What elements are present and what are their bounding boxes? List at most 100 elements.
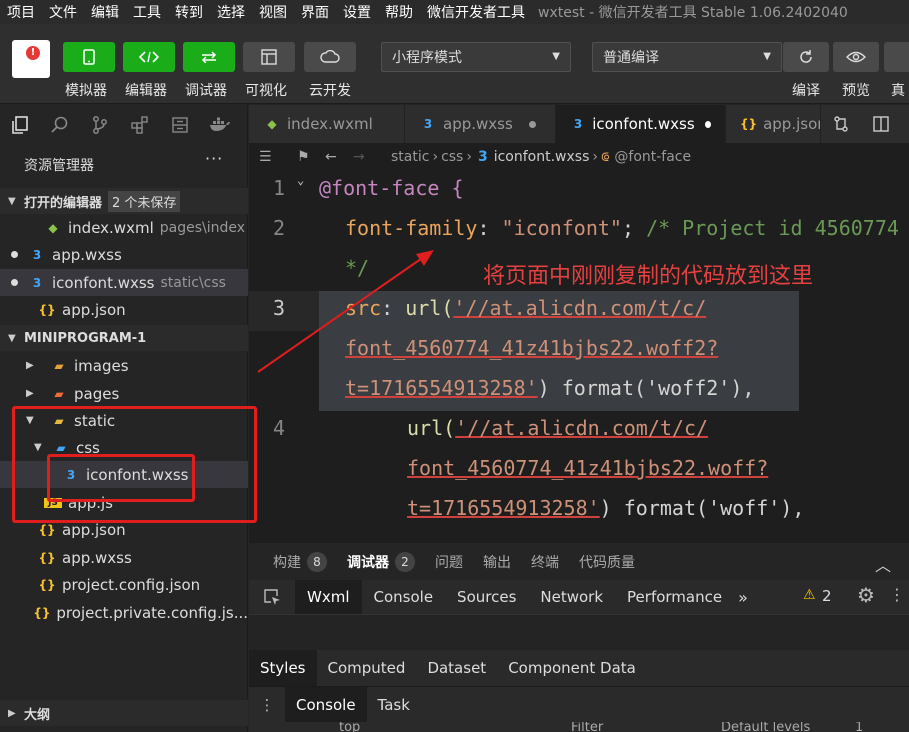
tab-label: app.json xyxy=(763,115,821,133)
open-editor-item[interactable]: 3 iconfont.wxss static\css xyxy=(0,269,248,296)
window-title: wxtest - 微信开发者工具 Stable 1.06.2402040 xyxy=(538,5,848,21)
debugger-button[interactable] xyxy=(183,42,235,72)
fold-chevron-icon[interactable]: ⌄ xyxy=(297,173,304,187)
project-section[interactable]: ▼ MINIPROGRAM-1 xyxy=(0,325,248,351)
more-actions-icon[interactable]: ··· xyxy=(205,149,223,168)
compare-icon[interactable] xyxy=(821,105,861,143)
debugger-count-badge: 2 xyxy=(395,552,415,572)
kebab-menu-icon[interactable]: ⋮ xyxy=(889,585,905,604)
warning-count: 2 xyxy=(822,587,832,605)
chevron-up-icon[interactable]: ︿ xyxy=(875,552,891,576)
tree-item-project-config[interactable]: {} project.config.json xyxy=(0,571,248,598)
compile-select[interactable]: 普通编译 ▼ xyxy=(592,42,782,72)
menu-help[interactable]: 帮助 xyxy=(378,2,420,22)
tree-item-images[interactable]: ▶ ▰ images xyxy=(0,352,248,379)
tab-index-wxml[interactable]: ◆ index.wxml xyxy=(249,105,405,143)
menu-file[interactable]: 文件 xyxy=(42,2,84,22)
git-activity-button[interactable] xyxy=(80,105,120,145)
tab-drawer-console[interactable]: Console xyxy=(285,686,367,723)
tab-styles[interactable]: Styles xyxy=(249,650,317,686)
tab-debugger[interactable]: 调试器 2 xyxy=(337,552,425,572)
tab-computed[interactable]: Computed xyxy=(317,650,417,686)
storage-activity-button[interactable] xyxy=(160,105,200,145)
editor-button[interactable] xyxy=(123,42,175,72)
inspect-element-icon[interactable] xyxy=(249,588,295,606)
console-filter-bar: top Filter Default levels 1 hidden xyxy=(249,722,909,732)
code-line-4: url('//at.alicdn.com/t/c/ xyxy=(407,416,708,440)
menu-wechat-devtools[interactable]: 微信开发者工具 xyxy=(420,2,532,22)
code-line-2: font-family: "iconfont"; /* Project id 4… xyxy=(345,216,899,240)
open-editor-item[interactable]: {} app.json xyxy=(0,296,248,323)
tab-code-quality[interactable]: 代码质量 xyxy=(569,552,645,572)
breadcrumb-static[interactable]: static xyxy=(391,149,429,165)
bookmark-icon[interactable]: ⚑ xyxy=(297,149,317,165)
tab-iconfont-wxss[interactable]: 3 iconfont.wxss xyxy=(556,105,726,143)
more-tabs-icon[interactable]: » xyxy=(738,588,748,607)
menu-select[interactable]: 选择 xyxy=(210,2,252,22)
tab-app-wxss[interactable]: 3 app.wxss xyxy=(405,105,556,143)
css-file-icon: 3 xyxy=(32,247,42,262)
warning-icon[interactable]: ⚠ xyxy=(803,587,816,603)
menu-project[interactable]: 项目 xyxy=(0,2,42,22)
docker-activity-button[interactable] xyxy=(200,105,240,145)
search-activity-button[interactable] xyxy=(40,105,80,145)
tab-wxml[interactable]: Wxml xyxy=(295,580,362,614)
tab-terminal[interactable]: 终端 xyxy=(521,552,569,572)
menu-ui[interactable]: 界面 xyxy=(294,2,336,22)
line-number: 2 xyxy=(272,216,286,240)
breadcrumb-css[interactable]: css xyxy=(441,149,463,165)
log-levels-select[interactable]: Default levels xyxy=(721,722,810,732)
tab-component-data[interactable]: Component Data xyxy=(497,650,647,686)
menu-tools[interactable]: 工具 xyxy=(126,2,168,22)
menu-settings[interactable]: 设置 xyxy=(336,2,378,22)
outline-section[interactable]: ▶ 大纲 xyxy=(0,700,248,726)
css-format: ) format('woff'), xyxy=(599,496,805,520)
tab-sources[interactable]: Sources xyxy=(445,580,528,614)
tree-item-appwxss[interactable]: {} app.wxss xyxy=(0,544,248,571)
tab-performance[interactable]: Performance xyxy=(615,580,734,614)
open-editor-item[interactable]: ◆ index.wxml pages\index xyxy=(0,214,248,241)
outline-label: 大纲 xyxy=(24,707,51,723)
tab-problems[interactable]: 问题 xyxy=(425,552,473,572)
console-drawer-tabs: ⋮ Console Task xyxy=(249,686,909,723)
tab-output[interactable]: 输出 xyxy=(473,552,521,572)
avatar[interactable]: ! xyxy=(12,40,50,78)
extensions-activity-button[interactable] xyxy=(120,105,160,145)
breadcrumb-file[interactable]: iconfont.wxss xyxy=(494,149,590,165)
settings-gear-icon[interactable]: ⚙ xyxy=(857,583,875,607)
compile-button[interactable] xyxy=(783,42,829,72)
explorer-activity-button[interactable] xyxy=(0,105,40,145)
unsaved-dot-icon[interactable] xyxy=(528,120,536,128)
mode-select[interactable]: 小程序模式 ▼ xyxy=(381,42,571,72)
breadcrumb-symbol[interactable]: @font-face xyxy=(614,149,691,165)
split-editor-icon[interactable] xyxy=(861,105,901,143)
tree-item-pages[interactable]: ▶ ▰ pages xyxy=(0,380,248,407)
tree-label: project.private.config.js... xyxy=(56,603,248,622)
top-context-select[interactable]: top xyxy=(339,722,360,732)
tab-build[interactable]: 构建 8 xyxy=(263,552,337,572)
open-editor-item[interactable]: 3 app.wxss xyxy=(0,241,248,268)
chevron-right-icon: ▶ xyxy=(26,360,34,371)
unsaved-dot-icon[interactable] xyxy=(704,120,711,128)
tab-app-json[interactable]: {} app.json xyxy=(726,105,821,143)
simulator-button[interactable] xyxy=(63,42,115,72)
tab-console[interactable]: Console xyxy=(362,580,446,614)
menu-edit[interactable]: 编辑 xyxy=(84,2,126,22)
drawer-menu-icon[interactable]: ⋮ xyxy=(249,696,285,714)
menu-goto[interactable]: 转到 xyxy=(168,2,210,22)
tree-item-project-private[interactable]: {} project.private.config.js... xyxy=(0,599,248,626)
open-editors-section[interactable]: ▼ 打开的编辑器 2 个未保存 xyxy=(0,188,248,214)
tab-network[interactable]: Network xyxy=(528,580,615,614)
forward-arrow-icon[interactable]: → xyxy=(353,149,373,165)
tree-label: app.json xyxy=(62,520,126,539)
real-device-button[interactable] xyxy=(884,42,909,72)
back-arrow-icon[interactable]: ← xyxy=(325,149,345,165)
cloud-button[interactable] xyxy=(304,42,356,72)
preview-button[interactable] xyxy=(833,42,879,72)
tab-task[interactable]: Task xyxy=(367,687,421,723)
menu-view[interactable]: 视图 xyxy=(252,2,294,22)
tab-dataset[interactable]: Dataset xyxy=(416,650,497,686)
filter-input[interactable]: Filter xyxy=(571,722,603,732)
list-icon[interactable]: ☰ xyxy=(259,149,279,165)
visual-button[interactable] xyxy=(243,42,295,72)
